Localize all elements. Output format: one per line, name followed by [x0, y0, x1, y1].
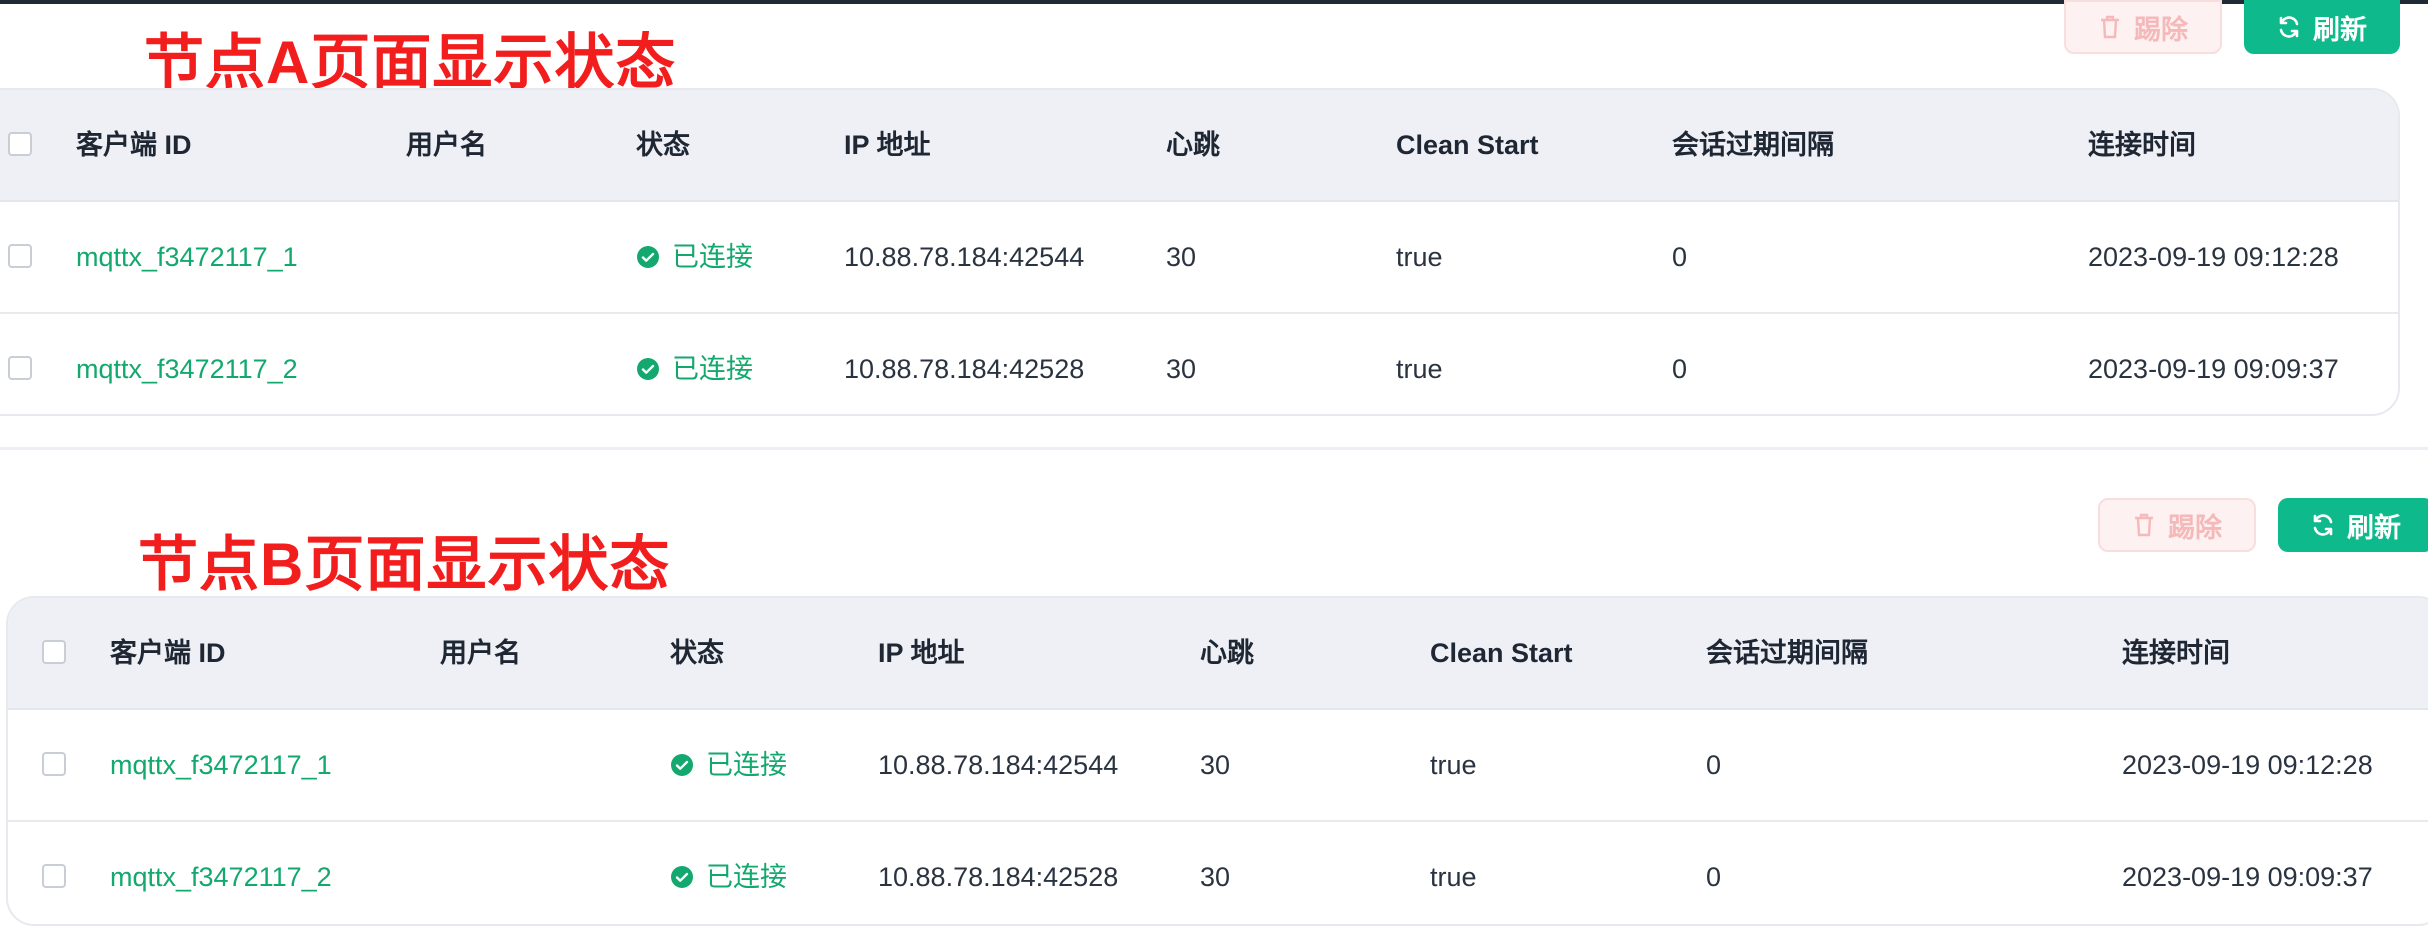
session-expiry-cell: 0 — [1672, 242, 1688, 272]
col-username[interactable]: 用户名 — [440, 598, 521, 708]
table-row: mqttx_f3472117_1 已连接 10.88.78.184:42544 … — [0, 202, 2398, 314]
row-checkbox[interactable] — [42, 752, 66, 776]
client-id-link[interactable]: mqttx_f3472117_1 — [76, 202, 298, 312]
status-text: 已连接 — [706, 750, 787, 780]
keepalive-cell: 30 — [1166, 242, 1197, 272]
trash-icon — [2098, 14, 2122, 40]
connected-at-cell: 2023-09-19 09:09:37 — [2088, 354, 2339, 384]
check-circle-icon — [636, 357, 660, 381]
row-checkbox[interactable] — [42, 864, 66, 888]
col-ip[interactable]: IP 地址 — [878, 598, 965, 708]
status-text: 已连接 — [672, 354, 753, 384]
row-checkbox[interactable] — [8, 356, 32, 380]
clients-table-node-b: 客户端 ID 用户名 状态 IP 地址 心跳 Clean Start 会话过期间… — [6, 596, 2428, 926]
col-connected-at[interactable]: 连接时间 — [2122, 598, 2230, 708]
panel-divider — [0, 447, 2428, 450]
refresh-button[interactable]: 刷新 — [2244, 0, 2400, 54]
refresh-button-label: 刷新 — [2347, 512, 2401, 543]
clean-start-cell: true — [1430, 750, 1477, 780]
refresh-button[interactable]: 刷新 — [2278, 498, 2428, 552]
node-a-panel: 节点A页面显示状态 踢除 刷新 客户端 ID 用户名 状态 IP 地址 心跳 C… — [0, 0, 2428, 450]
kick-button-label: 踢除 — [2134, 14, 2188, 45]
clean-start-cell: true — [1396, 354, 1443, 384]
ip-cell: 10.88.78.184:42528 — [878, 862, 1119, 892]
connected-at-cell: 2023-09-19 09:12:28 — [2088, 242, 2339, 272]
col-session-expiry[interactable]: 会话过期间隔 — [1672, 90, 1834, 200]
status-cell: 已连接 — [670, 710, 787, 820]
refresh-icon — [2311, 513, 2335, 537]
client-id-link[interactable]: mqttx_f3472117_2 — [110, 822, 332, 924]
clean-start-cell: true — [1430, 862, 1477, 892]
clients-table-node-a: 客户端 ID 用户名 状态 IP 地址 心跳 Clean Start 会话过期间… — [0, 88, 2400, 416]
col-clean-start[interactable]: Clean Start — [1430, 598, 1573, 708]
col-client-id[interactable]: 客户端 ID — [76, 90, 192, 200]
table-frame: 客户端 ID 用户名 状态 IP 地址 心跳 Clean Start 会话过期间… — [0, 88, 2400, 416]
keepalive-cell: 30 — [1200, 862, 1231, 892]
table-row: mqttx_f3472117_1 已连接 10.88.78.184:42544 … — [8, 710, 2428, 822]
status-text: 已连接 — [672, 242, 753, 272]
col-status[interactable]: 状态 — [636, 90, 690, 200]
session-expiry-cell: 0 — [1706, 750, 1722, 780]
col-ip[interactable]: IP 地址 — [844, 90, 931, 200]
col-keepalive[interactable]: 心跳 — [1166, 90, 1220, 200]
ip-cell: 10.88.78.184:42528 — [844, 354, 1085, 384]
check-circle-icon — [670, 865, 694, 889]
col-connected-at[interactable]: 连接时间 — [2088, 90, 2196, 200]
clean-start-cell: true — [1396, 242, 1443, 272]
col-clean-start[interactable]: Clean Start — [1396, 90, 1539, 200]
check-circle-icon — [636, 245, 660, 269]
check-circle-icon — [670, 753, 694, 777]
refresh-icon — [2277, 15, 2301, 39]
kick-button-label: 踢除 — [2168, 512, 2222, 543]
col-username[interactable]: 用户名 — [406, 90, 487, 200]
ip-cell: 10.88.78.184:42544 — [844, 242, 1085, 272]
kick-button[interactable]: 踢除 — [2064, 0, 2222, 54]
session-expiry-cell: 0 — [1706, 862, 1722, 892]
keepalive-cell: 30 — [1166, 354, 1197, 384]
keepalive-cell: 30 — [1200, 750, 1231, 780]
table-header: 客户端 ID 用户名 状态 IP 地址 心跳 Clean Start 会话过期间… — [0, 90, 2398, 202]
status-text: 已连接 — [706, 862, 787, 892]
col-client-id[interactable]: 客户端 ID — [110, 598, 226, 708]
annotation-node-b: 节点B页面显示状态 — [138, 531, 671, 598]
select-all-checkbox[interactable] — [8, 132, 32, 156]
select-all-checkbox[interactable] — [42, 640, 66, 664]
table-row: mqttx_f3472117_2 已连接 10.88.78.184:42528 … — [0, 314, 2398, 414]
refresh-button-label: 刷新 — [2313, 14, 2367, 45]
table-header: 客户端 ID 用户名 状态 IP 地址 心跳 Clean Start 会话过期间… — [8, 598, 2428, 710]
session-expiry-cell: 0 — [1672, 354, 1688, 384]
col-keepalive[interactable]: 心跳 — [1200, 598, 1254, 708]
trash-icon — [2132, 512, 2156, 538]
table-row: mqttx_f3472117_2 已连接 10.88.78.184:42528 … — [8, 822, 2428, 924]
row-checkbox[interactable] — [8, 244, 32, 268]
connected-at-cell: 2023-09-19 09:09:37 — [2122, 862, 2373, 892]
status-cell: 已连接 — [636, 202, 753, 312]
col-status[interactable]: 状态 — [670, 598, 724, 708]
client-id-link[interactable]: mqttx_f3472117_2 — [76, 314, 298, 414]
col-session-expiry[interactable]: 会话过期间隔 — [1706, 598, 1868, 708]
kick-button[interactable]: 踢除 — [2098, 498, 2256, 552]
status-cell: 已连接 — [636, 314, 753, 414]
client-id-link[interactable]: mqttx_f3472117_1 — [110, 710, 332, 820]
table-frame: 客户端 ID 用户名 状态 IP 地址 心跳 Clean Start 会话过期间… — [6, 596, 2428, 926]
connected-at-cell: 2023-09-19 09:12:28 — [2122, 750, 2373, 780]
ip-cell: 10.88.78.184:42544 — [878, 750, 1119, 780]
status-cell: 已连接 — [670, 822, 787, 924]
